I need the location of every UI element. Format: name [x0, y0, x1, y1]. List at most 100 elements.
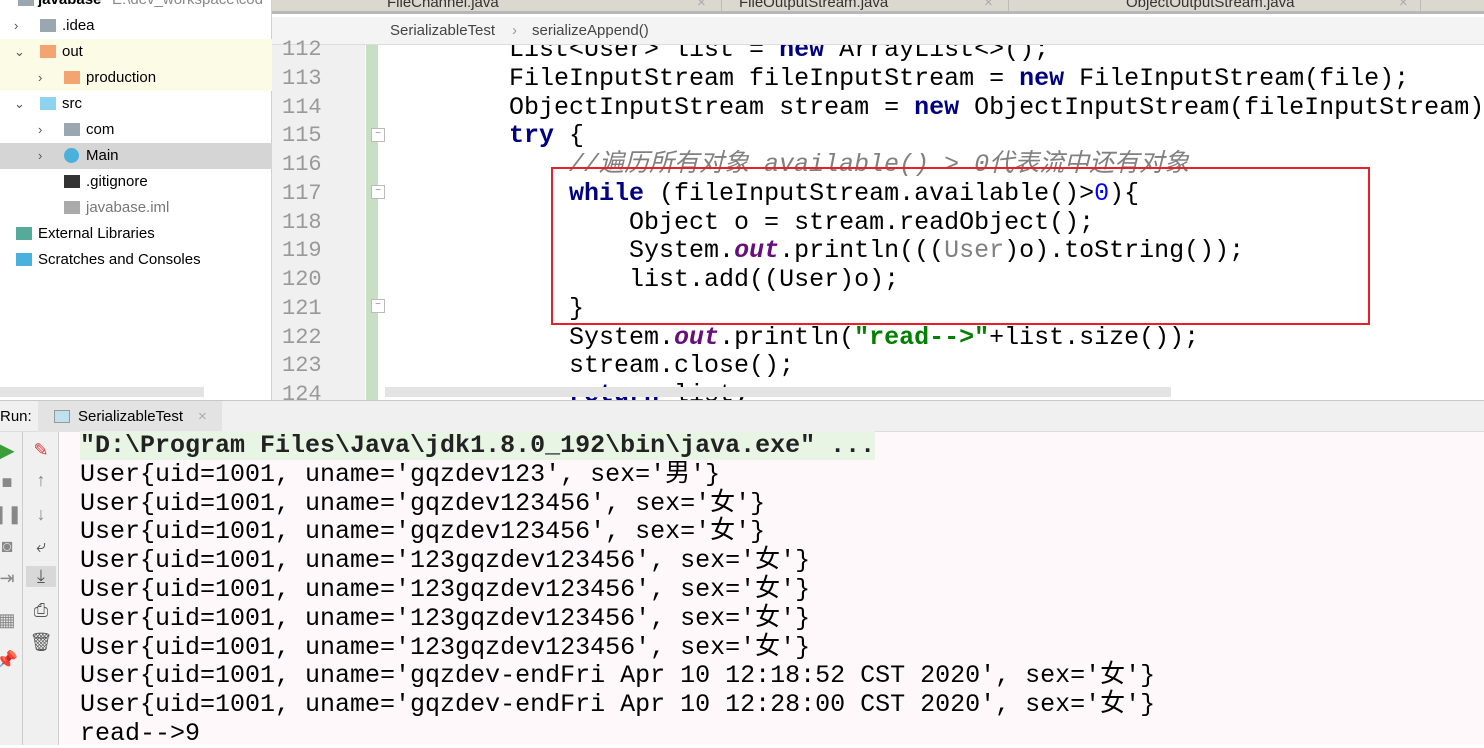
close-icon[interactable]: × [1399, 0, 1408, 11]
line-number: 116 [282, 152, 322, 177]
code-line: List<User> list = new ArrayList<>(); [389, 45, 1049, 64]
chevron-right-icon[interactable]: › [38, 117, 42, 143]
chevron-down-icon[interactable]: ⌄ [14, 91, 25, 117]
folder-icon [40, 19, 56, 32]
pause-icon[interactable]: ❚❚ [0, 504, 22, 525]
tree-item[interactable]: ⌄ out [0, 39, 272, 65]
pin-icon[interactable]: 📌 [0, 650, 22, 671]
iml-file-icon [64, 201, 80, 214]
line-number: 118 [282, 209, 322, 235]
code-token: stream.close(); [389, 351, 795, 381]
close-icon[interactable]: × [198, 401, 207, 432]
tab-fileoutputstream[interactable]: FileOutputStream.java × [722, 0, 1009, 11]
tree-root[interactable]: javabase E:\dev_workspace\cod [0, 0, 272, 13]
vcs-change-marker [366, 45, 378, 400]
project-tree: javabase E:\dev_workspace\cod › .idea ⌄ out… [0, 0, 272, 400]
editor-scrollbar[interactable] [385, 387, 1171, 397]
tree-item[interactable]: .gitignore [0, 169, 272, 195]
code-line: stream.close(); [389, 351, 794, 380]
console-line: User{uid=1001, uname='gqzdev123', sex='男… [80, 459, 721, 489]
line-number: 115 [282, 123, 322, 149]
tree-item-label: production [86, 69, 157, 86]
code-token: { [554, 121, 585, 151]
console-line: User{uid=1001, uname='123gqzdev123456', … [80, 546, 811, 576]
scroll-to-end-icon[interactable]: ⤓ [26, 566, 56, 587]
chevron-right-icon[interactable]: › [38, 65, 42, 91]
soft-wrap-icon[interactable]: ⤶ [26, 536, 56, 557]
console-line: User{uid=1001, uname='gqzdev-endFri Apr … [80, 661, 1156, 691]
tree-item-label: out [62, 43, 83, 60]
line-number: 119 [282, 238, 322, 264]
tree-item[interactable]: › .idea [0, 13, 272, 39]
breadcrumb-method[interactable]: serializeAppend() [532, 17, 649, 45]
line-number: 117 [282, 180, 322, 206]
rerun-icon[interactable]: ▶ [0, 438, 22, 463]
code-token: out [674, 322, 720, 352]
code-token: +list.size()); [989, 322, 1200, 352]
tree-item-label: .idea [62, 17, 95, 34]
up-arrow-icon[interactable]: ↑ [26, 470, 56, 491]
tree-item[interactable]: External Libraries [0, 221, 272, 247]
tree-item-label: Scratches and Consoles [38, 251, 201, 268]
chevron-right-icon[interactable]: › [14, 13, 18, 39]
module-icon [18, 0, 34, 6]
sidebar-scrollbar[interactable] [0, 387, 204, 397]
line-number: 112 [282, 37, 322, 62]
code-token: try [509, 121, 555, 151]
code-token: ArrayList<>(); [824, 45, 1050, 64]
folder-blue-icon [40, 97, 56, 110]
console-line: User{uid=1001, uname='123gqzdev123456', … [80, 575, 811, 604]
fold-icon[interactable]: − [371, 185, 385, 199]
clear-icon[interactable]: ✎ [26, 440, 56, 461]
tree-item[interactable]: › production [0, 65, 272, 91]
line-number: 120 [282, 267, 322, 292]
stop-icon[interactable]: ■ [0, 472, 22, 493]
close-icon[interactable]: × [984, 0, 993, 11]
folder-orange-icon [40, 45, 56, 58]
console-line: "D:\Program Files\Java\jdk1.8.0_192\bin\… [80, 431, 876, 460]
print-icon[interactable]: ⎙ [26, 600, 56, 621]
tree-item[interactable]: › Main [0, 143, 272, 169]
chevron-down-icon[interactable]: ⌄ [14, 39, 25, 65]
code-token: new [779, 45, 825, 64]
console-output[interactable]: "D:\Program Files\Java\jdk1.8.0_192\bin\… [60, 431, 1484, 748]
breadcrumb: SerializableTest › serializeAppend() [272, 17, 1484, 45]
tree-item[interactable]: javabase.iml [0, 195, 272, 221]
restore-layout-icon[interactable]: ⇥ [0, 568, 22, 589]
camera-icon[interactable]: ◙ [0, 536, 22, 557]
chevron-right-icon[interactable]: › [38, 143, 42, 169]
tree-item-label: javabase.iml [86, 199, 170, 216]
fold-icon[interactable]: − [371, 128, 385, 142]
line-number: 113 [282, 65, 322, 91]
breadcrumb-class[interactable]: SerializableTest [390, 17, 495, 45]
code-line: try { [389, 121, 584, 150]
tab-filechannel[interactable]: FileChannel.java × [367, 0, 722, 11]
git-icon [64, 175, 80, 188]
tab-objectoutputstream[interactable]: ObjectOutputStream.java × [1009, 0, 1421, 11]
code-token: FileInputStream(file); [1064, 63, 1410, 93]
layout-icon[interactable]: ▦ [0, 610, 22, 631]
tree-item-label: .gitignore [86, 173, 148, 190]
console-line: User{uid=1001, uname='gqzdev-endFri Apr … [80, 690, 1156, 720]
run-panel-header: Run: SerializableTest × [0, 400, 1484, 432]
tree-item[interactable]: Scratches and Consoles [0, 247, 272, 273]
libraries-icon [16, 227, 32, 240]
folder-orange-icon [64, 71, 80, 84]
console-toolbar: ✎ ↑ ↓ ⤶ ⤓ ⎙ 🗑 [23, 432, 59, 745]
close-icon[interactable]: × [697, 0, 706, 11]
code-token: "read-->" [854, 322, 990, 352]
down-arrow-icon[interactable]: ↓ [26, 504, 56, 525]
tree-item[interactable]: › com [0, 117, 272, 143]
trash-icon[interactable]: 🗑 [26, 632, 56, 653]
fold-icon[interactable]: − [371, 299, 385, 313]
run-tab-serializabletest[interactable]: SerializableTest × [38, 401, 222, 432]
code-line: ObjectInputStream stream = new ObjectInp… [389, 93, 1484, 122]
tree-item-label: src [62, 95, 82, 112]
code-token: ObjectInputStream(fileInputStream); [959, 92, 1484, 122]
code-token: System. [389, 322, 675, 352]
code-token: List<User> list = [389, 45, 780, 64]
code-line: System.out.println("read-->"+list.size()… [389, 323, 1199, 352]
tree-item[interactable]: ⌄ src [0, 91, 272, 117]
tree-item-label: com [86, 121, 115, 138]
line-number: 123 [282, 353, 322, 379]
